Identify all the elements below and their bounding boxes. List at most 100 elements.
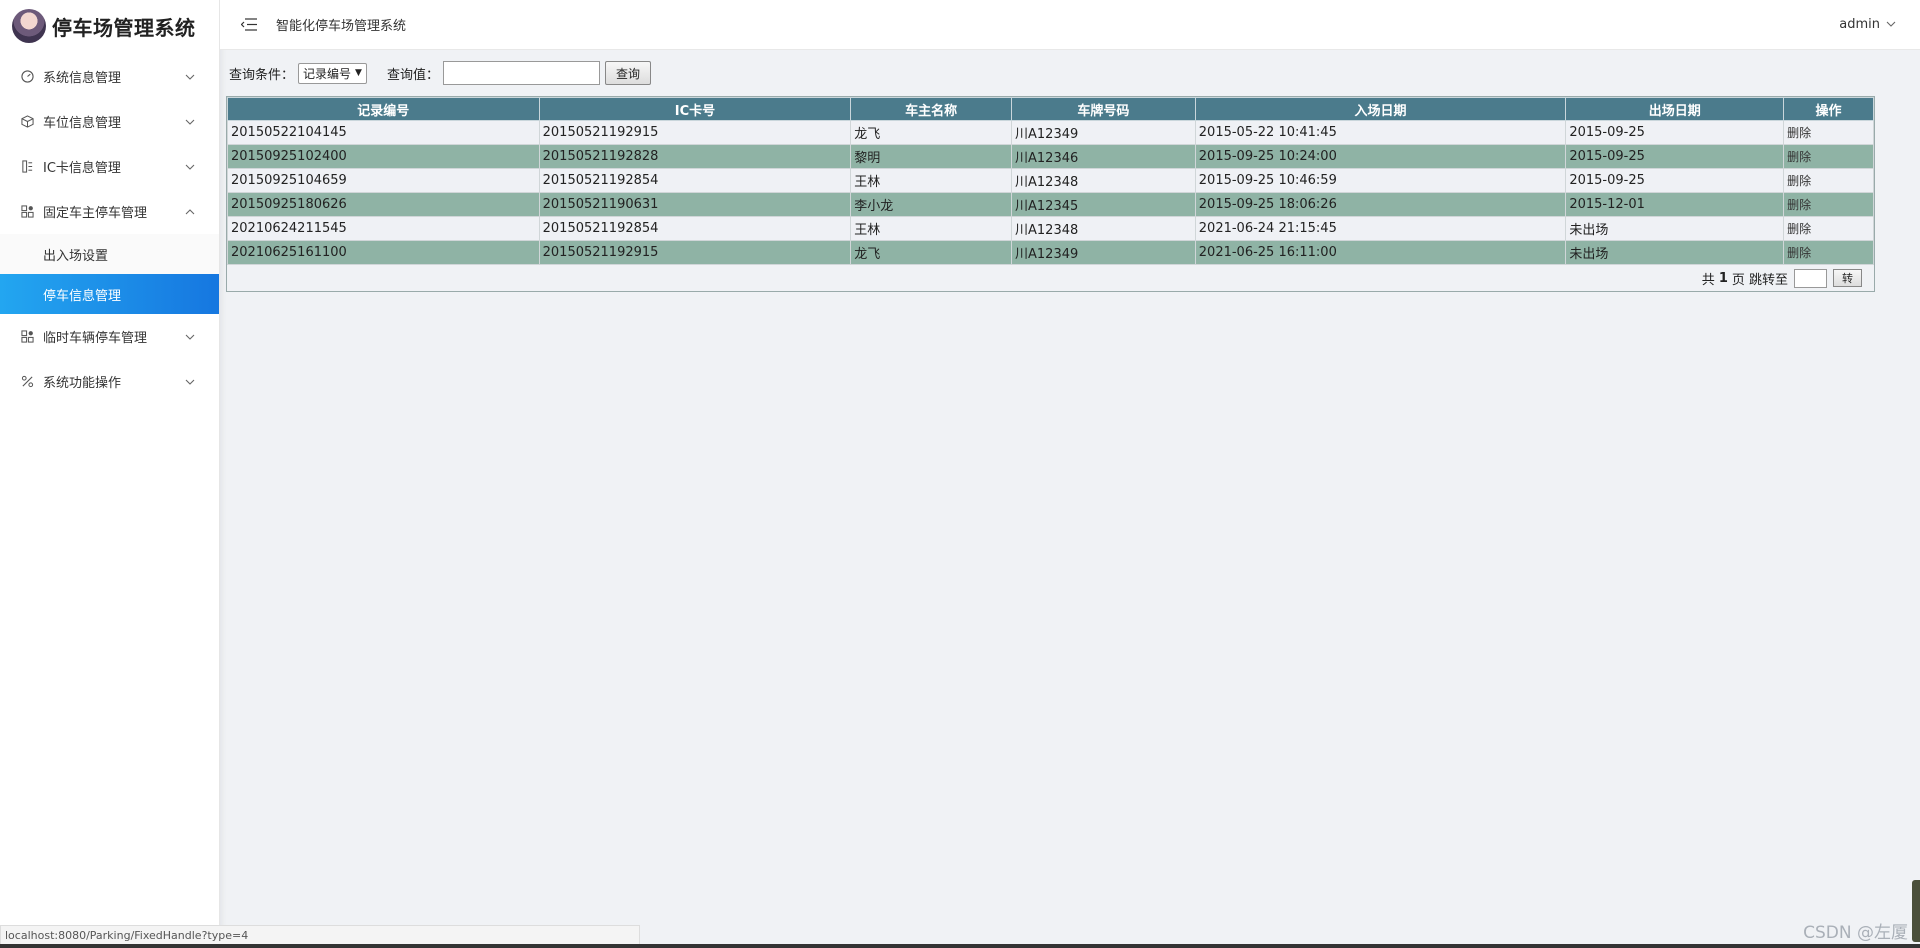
table-header-row: 记录编号 IC卡号 车主名称 车牌号码 入场日期 出场日期 操作 bbox=[227, 97, 1874, 121]
cell-record-id: 20150522104145 bbox=[227, 120, 540, 145]
user-menu[interactable]: admin bbox=[1839, 17, 1896, 32]
table-row: 20210625161100 20150521192915 龙飞 川A12349… bbox=[227, 240, 1874, 265]
cell-plate-number: 川A12348 bbox=[1011, 168, 1196, 193]
cell-actions: 删除 bbox=[1783, 120, 1874, 145]
cell-actions: 删除 bbox=[1783, 216, 1874, 241]
delete-link[interactable]: 删除 bbox=[1787, 222, 1811, 236]
cell-owner-name: 龙飞 bbox=[850, 120, 1013, 145]
cell-entry-date: 2015-09-25 10:24:00 bbox=[1194, 144, 1567, 169]
chevron-down-icon bbox=[185, 72, 195, 82]
caret-down-icon: ▼ bbox=[355, 68, 362, 78]
sidebar-item-system-functions[interactable]: 系统功能操作 bbox=[0, 359, 219, 404]
column-header-exit-date[interactable]: 出场日期 bbox=[1565, 97, 1785, 121]
delete-link[interactable]: 删除 bbox=[1787, 150, 1811, 164]
condition-select[interactable]: 记录编号 ▼ bbox=[298, 62, 367, 84]
logo[interactable]: 停车场管理系统 bbox=[0, 0, 219, 52]
cell-actions: 删除 bbox=[1783, 240, 1874, 265]
go-button[interactable]: 转 bbox=[1833, 269, 1862, 287]
cell-entry-date: 2021-06-24 21:15:45 bbox=[1194, 216, 1567, 241]
app-title: 停车场管理系统 bbox=[52, 15, 196, 40]
sidebar-item-label: 固定车主停车管理 bbox=[43, 206, 148, 221]
header-title: 智能化停车场管理系统 bbox=[276, 19, 407, 34]
sidebar-item-label: 系统功能操作 bbox=[43, 376, 122, 391]
condition-label: 查询条件： bbox=[229, 67, 295, 83]
page-jump-input[interactable] bbox=[1794, 268, 1827, 288]
cube-icon bbox=[20, 115, 34, 129]
chevron-down-icon bbox=[185, 377, 195, 387]
table-row: 20210624211545 20150521192854 王林 川A12348… bbox=[227, 216, 1874, 241]
grid-icon bbox=[20, 330, 34, 344]
cell-plate-number: 川A12349 bbox=[1011, 120, 1196, 145]
sidebar-item-system-info[interactable]: 系统信息管理 bbox=[0, 54, 219, 99]
sidebar-menu: 系统信息管理 车位信息管理 IC卡信息管理 固定车主停车管理 出入场设置 停车信… bbox=[0, 54, 219, 404]
query-bar: 查询条件： 记录编号 ▼ 查询值： 查询 bbox=[226, 60, 1876, 86]
cell-plate-number: 川A12349 bbox=[1011, 240, 1196, 265]
cell-actions: 删除 bbox=[1783, 168, 1874, 193]
cell-record-id: 20150925104659 bbox=[227, 168, 540, 193]
sidebar-subitem-parking-info[interactable]: 停车信息管理 bbox=[0, 274, 219, 314]
side-handle[interactable] bbox=[1912, 880, 1920, 942]
cell-ic-card: 20150521190631 bbox=[538, 192, 852, 217]
column-header-ic-card[interactable]: IC卡号 bbox=[538, 97, 852, 121]
sidebar-subitem-label: 出入场设置 bbox=[43, 248, 109, 264]
column-header-owner-name[interactable]: 车主名称 bbox=[850, 97, 1013, 121]
condition-select-value: 记录编号 bbox=[303, 66, 352, 81]
pager-total-pages: 1 bbox=[1718, 270, 1728, 286]
status-bar-url: localhost:8080/Parking/FixedHandle?type=… bbox=[0, 925, 640, 946]
chevron-down-icon bbox=[1886, 19, 1896, 30]
sidebar-item-fixed-owner-parking[interactable]: 固定车主停车管理 bbox=[0, 189, 219, 234]
cell-owner-name: 李小龙 bbox=[850, 192, 1013, 217]
table-row: 20150925180626 20150521190631 李小龙 川A1234… bbox=[227, 192, 1874, 217]
dashboard-icon bbox=[20, 70, 34, 84]
cell-plate-number: 川A12348 bbox=[1011, 216, 1196, 241]
cell-actions: 删除 bbox=[1783, 192, 1874, 217]
sidebar-item-ic-card[interactable]: IC卡信息管理 bbox=[0, 144, 219, 189]
table-row: 20150522104145 20150521192915 龙飞 川A12349… bbox=[227, 120, 1874, 145]
delete-link[interactable]: 删除 bbox=[1787, 198, 1811, 212]
cell-record-id: 20210625161100 bbox=[227, 240, 540, 265]
column-header-entry-date[interactable]: 入场日期 bbox=[1194, 97, 1567, 121]
query-value-input[interactable] bbox=[442, 61, 600, 85]
menu-toggle-icon[interactable] bbox=[241, 18, 257, 32]
cell-exit-date: 2015-09-25 bbox=[1565, 144, 1785, 169]
sidebar-item-temporary-vehicle-parking[interactable]: 临时车辆停车管理 bbox=[0, 314, 219, 359]
sidebar-subitem-entry-exit-settings[interactable]: 出入场设置 bbox=[0, 234, 219, 274]
sidebar: 停车场管理系统 系统信息管理 车位信息管理 IC卡信息管理 固定车主停车管理 出… bbox=[0, 0, 220, 948]
cell-record-id: 20210624211545 bbox=[227, 216, 540, 241]
delete-link[interactable]: 删除 bbox=[1787, 174, 1811, 188]
cell-exit-date: 未出场 bbox=[1565, 216, 1785, 241]
pagination: 共 1 页 跳转至 转 bbox=[227, 265, 1874, 291]
chevron-up-icon bbox=[185, 207, 195, 217]
query-button[interactable]: 查询 bbox=[604, 61, 651, 85]
column-header-record-id[interactable]: 记录编号 bbox=[227, 97, 540, 121]
cell-exit-date: 未出场 bbox=[1565, 240, 1785, 265]
cell-exit-date: 2015-12-01 bbox=[1565, 192, 1785, 217]
cell-owner-name: 龙飞 bbox=[850, 240, 1013, 265]
sidebar-item-label: 系统信息管理 bbox=[43, 71, 122, 86]
tools-icon bbox=[20, 375, 34, 389]
grid-icon bbox=[20, 205, 34, 219]
table-row: 20150925102400 20150521192828 黎明 川A12346… bbox=[227, 144, 1874, 169]
chevron-down-icon bbox=[185, 117, 195, 127]
top-header: 智能化停车场管理系统 admin bbox=[220, 0, 1920, 50]
cell-record-id: 20150925102400 bbox=[227, 144, 540, 169]
table-row: 20150925104659 20150521192854 王林 川A12348… bbox=[227, 168, 1874, 193]
chevron-down-icon bbox=[185, 162, 195, 172]
cell-owner-name: 王林 bbox=[850, 168, 1013, 193]
delete-link[interactable]: 删除 bbox=[1787, 126, 1811, 140]
cell-entry-date: 2015-09-25 10:46:59 bbox=[1194, 168, 1567, 193]
cell-exit-date: 2015-09-25 bbox=[1565, 168, 1785, 193]
cell-entry-date: 2021-06-25 16:11:00 bbox=[1194, 240, 1567, 265]
main-content: 查询条件： 记录编号 ▼ 查询值： 查询 记录编号 IC卡号 车主名称 车牌号码… bbox=[226, 60, 1876, 292]
card-icon bbox=[20, 160, 34, 174]
cell-owner-name: 王林 bbox=[850, 216, 1013, 241]
sidebar-item-label: IC卡信息管理 bbox=[43, 161, 121, 176]
column-header-plate-number[interactable]: 车牌号码 bbox=[1011, 97, 1196, 121]
delete-link[interactable]: 删除 bbox=[1787, 246, 1811, 260]
column-header-actions: 操作 bbox=[1783, 97, 1874, 121]
sidebar-item-parking-space[interactable]: 车位信息管理 bbox=[0, 99, 219, 144]
cell-plate-number: 川A12345 bbox=[1011, 192, 1196, 217]
parking-records-table: 记录编号 IC卡号 车主名称 车牌号码 入场日期 出场日期 操作 2015052… bbox=[226, 96, 1875, 292]
cell-plate-number: 川A12346 bbox=[1011, 144, 1196, 169]
watermark: CSDN @左厦 bbox=[1803, 923, 1908, 943]
